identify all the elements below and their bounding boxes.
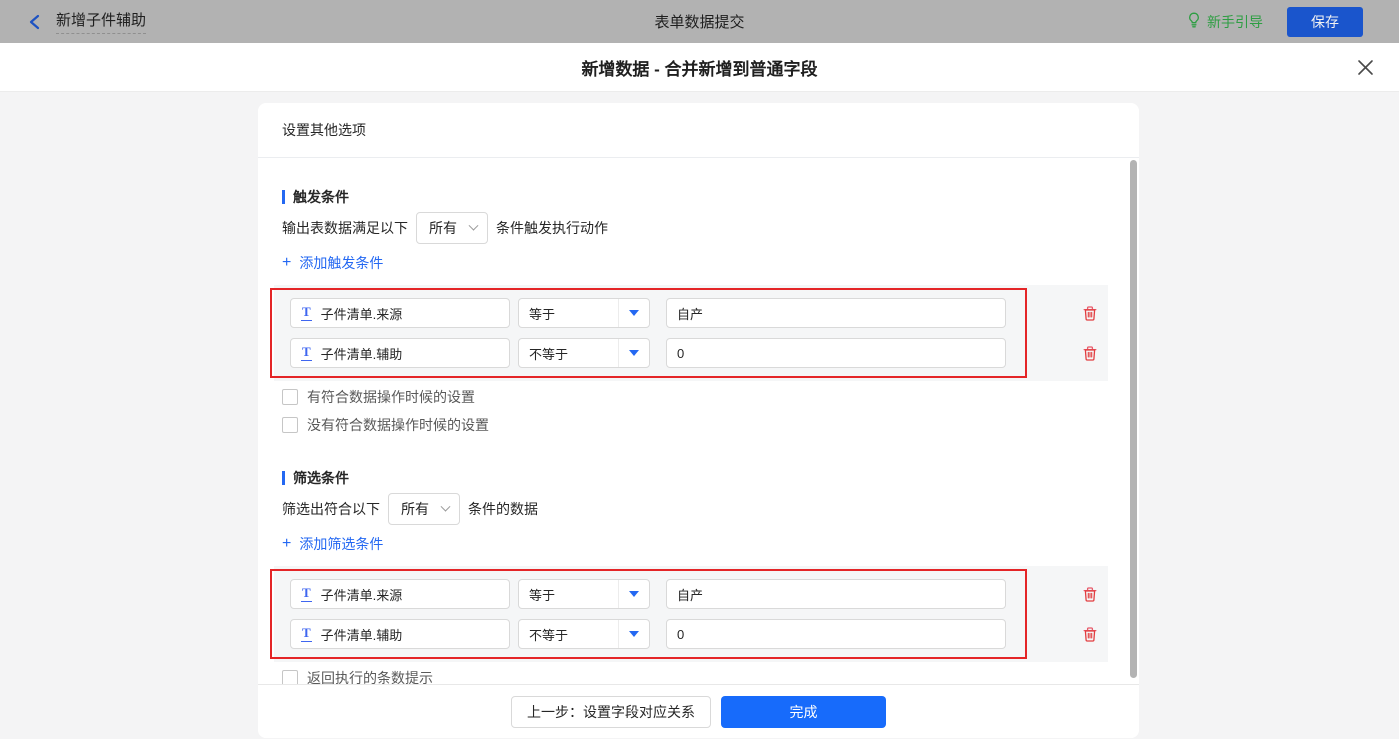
card-header: 设置其他选项 — [258, 103, 1139, 158]
trigger-match-select[interactable]: 所有 — [416, 212, 488, 244]
divider — [618, 299, 619, 327]
dropdown-arrow-icon — [629, 310, 639, 316]
beginner-guide-link[interactable]: 新手引导 — [1187, 12, 1263, 32]
close-icon[interactable] — [1357, 59, 1374, 76]
text-field-type-icon: T — [301, 345, 312, 361]
card-content: 触发条件 输出表数据满足以下 所有 条件触发执行动作 + 添加触发条件 T 子件 — [258, 158, 1139, 684]
card-footer: 上一步：设置字段对应关系 完成 — [258, 684, 1139, 738]
filter-match-sentence: 筛选出符合以下 所有 条件的数据 — [282, 493, 538, 525]
filter-match-select[interactable]: 所有 — [388, 493, 460, 525]
delete-condition-button[interactable] — [1082, 345, 1098, 362]
condition-row: T 子件清单.辅助 不等于 — [290, 338, 1108, 368]
filter-value-input-2[interactable] — [666, 619, 1006, 649]
divider — [618, 580, 619, 608]
without-data-checkbox[interactable] — [282, 417, 298, 433]
condition-row: T 子件清单.辅助 不等于 — [290, 619, 1108, 649]
text-field-type-icon: T — [301, 305, 312, 321]
chevron-down-icon — [469, 220, 479, 230]
vertical-scrollbar[interactable] — [1130, 160, 1137, 678]
filter-field-select-2[interactable]: T 子件清单.辅助 — [290, 619, 510, 649]
filter-value-input-1[interactable] — [666, 579, 1006, 609]
plus-icon: + — [282, 536, 291, 552]
chevron-down-icon — [441, 501, 451, 511]
add-trigger-condition-link[interactable]: + 添加触发条件 — [282, 253, 383, 273]
bottom-edge — [0, 739, 1399, 747]
top-bar: 新增子件辅助 表单数据提交 新手引导 保存 — [0, 0, 1399, 43]
filter-conditions-panel: T 子件清单.来源 等于 — [274, 566, 1108, 662]
filter-operator-select-2[interactable]: 不等于 — [518, 619, 650, 649]
plus-icon: + — [282, 255, 291, 271]
trigger-operator-select-2[interactable]: 不等于 — [518, 338, 650, 368]
dialog-title: 新增数据 - 合并新增到普通字段 — [581, 55, 817, 80]
checkbox-label: 返回执行的条数提示 — [307, 668, 433, 684]
dialog-header: 新增数据 - 合并新增到普通字段 — [0, 43, 1399, 92]
trigger-value-input-2[interactable] — [666, 338, 1006, 368]
dropdown-arrow-icon — [629, 591, 639, 597]
return-count-checkbox[interactable] — [282, 670, 298, 684]
delete-condition-button[interactable] — [1082, 626, 1098, 643]
text-field-type-icon: T — [301, 586, 312, 602]
sentence-prefix: 输出表数据满足以下 — [282, 218, 408, 238]
lightbulb-icon — [1187, 12, 1201, 32]
add-filter-condition-link[interactable]: + 添加筛选条件 — [282, 534, 383, 554]
done-button[interactable]: 完成 — [721, 696, 886, 728]
trigger-value-input-1[interactable] — [666, 298, 1006, 328]
divider — [618, 620, 619, 648]
save-button[interactable]: 保存 — [1287, 7, 1363, 37]
return-count-option-row: 返回执行的条数提示 — [282, 668, 433, 684]
with-data-option-row: 有符合数据操作时候的设置 — [282, 387, 475, 407]
flow-name-label: 新增子件辅助 — [56, 9, 146, 34]
previous-step-button[interactable]: 上一步：设置字段对应关系 — [511, 696, 711, 728]
chevron-left-icon — [28, 14, 42, 30]
trigger-field-select-1[interactable]: T 子件清单.来源 — [290, 298, 510, 328]
filter-section-title: 筛选条件 — [282, 468, 349, 488]
trigger-operator-select-1[interactable]: 等于 — [518, 298, 650, 328]
condition-row: T 子件清单.来源 等于 — [290, 579, 1108, 609]
delete-condition-button[interactable] — [1082, 305, 1098, 322]
trigger-field-select-2[interactable]: T 子件清单.辅助 — [290, 338, 510, 368]
filter-operator-select-1[interactable]: 等于 — [518, 579, 650, 609]
condition-row: T 子件清单.来源 等于 — [290, 298, 1108, 328]
checkbox-label: 有符合数据操作时候的设置 — [307, 387, 475, 407]
delete-condition-button[interactable] — [1082, 586, 1098, 603]
checkbox-label: 没有符合数据操作时候的设置 — [307, 415, 489, 435]
text-field-type-icon: T — [301, 626, 312, 642]
dropdown-arrow-icon — [629, 631, 639, 637]
without-data-option-row: 没有符合数据操作时候的设置 — [282, 415, 489, 435]
dropdown-arrow-icon — [629, 350, 639, 356]
guide-label: 新手引导 — [1207, 12, 1263, 32]
sentence-suffix: 条件触发执行动作 — [496, 218, 608, 238]
section-accent-bar — [282, 190, 285, 204]
with-data-checkbox[interactable] — [282, 389, 298, 405]
divider — [618, 339, 619, 367]
sentence-suffix: 条件的数据 — [468, 499, 538, 519]
filter-field-select-1[interactable]: T 子件清单.来源 — [290, 579, 510, 609]
section-accent-bar — [282, 471, 285, 485]
trigger-section-title: 触发条件 — [282, 187, 349, 207]
sentence-prefix: 筛选出符合以下 — [282, 499, 380, 519]
trigger-match-sentence: 输出表数据满足以下 所有 条件触发执行动作 — [282, 212, 608, 244]
back-button[interactable] — [28, 14, 42, 30]
dialog-body: 设置其他选项 触发条件 输出表数据满足以下 所有 条件触发执行动作 + 添加触发… — [0, 92, 1399, 747]
trigger-conditions-panel: T 子件清单.来源 等于 — [274, 285, 1108, 381]
options-card: 设置其他选项 触发条件 输出表数据满足以下 所有 条件触发执行动作 + 添加触发… — [258, 103, 1139, 738]
